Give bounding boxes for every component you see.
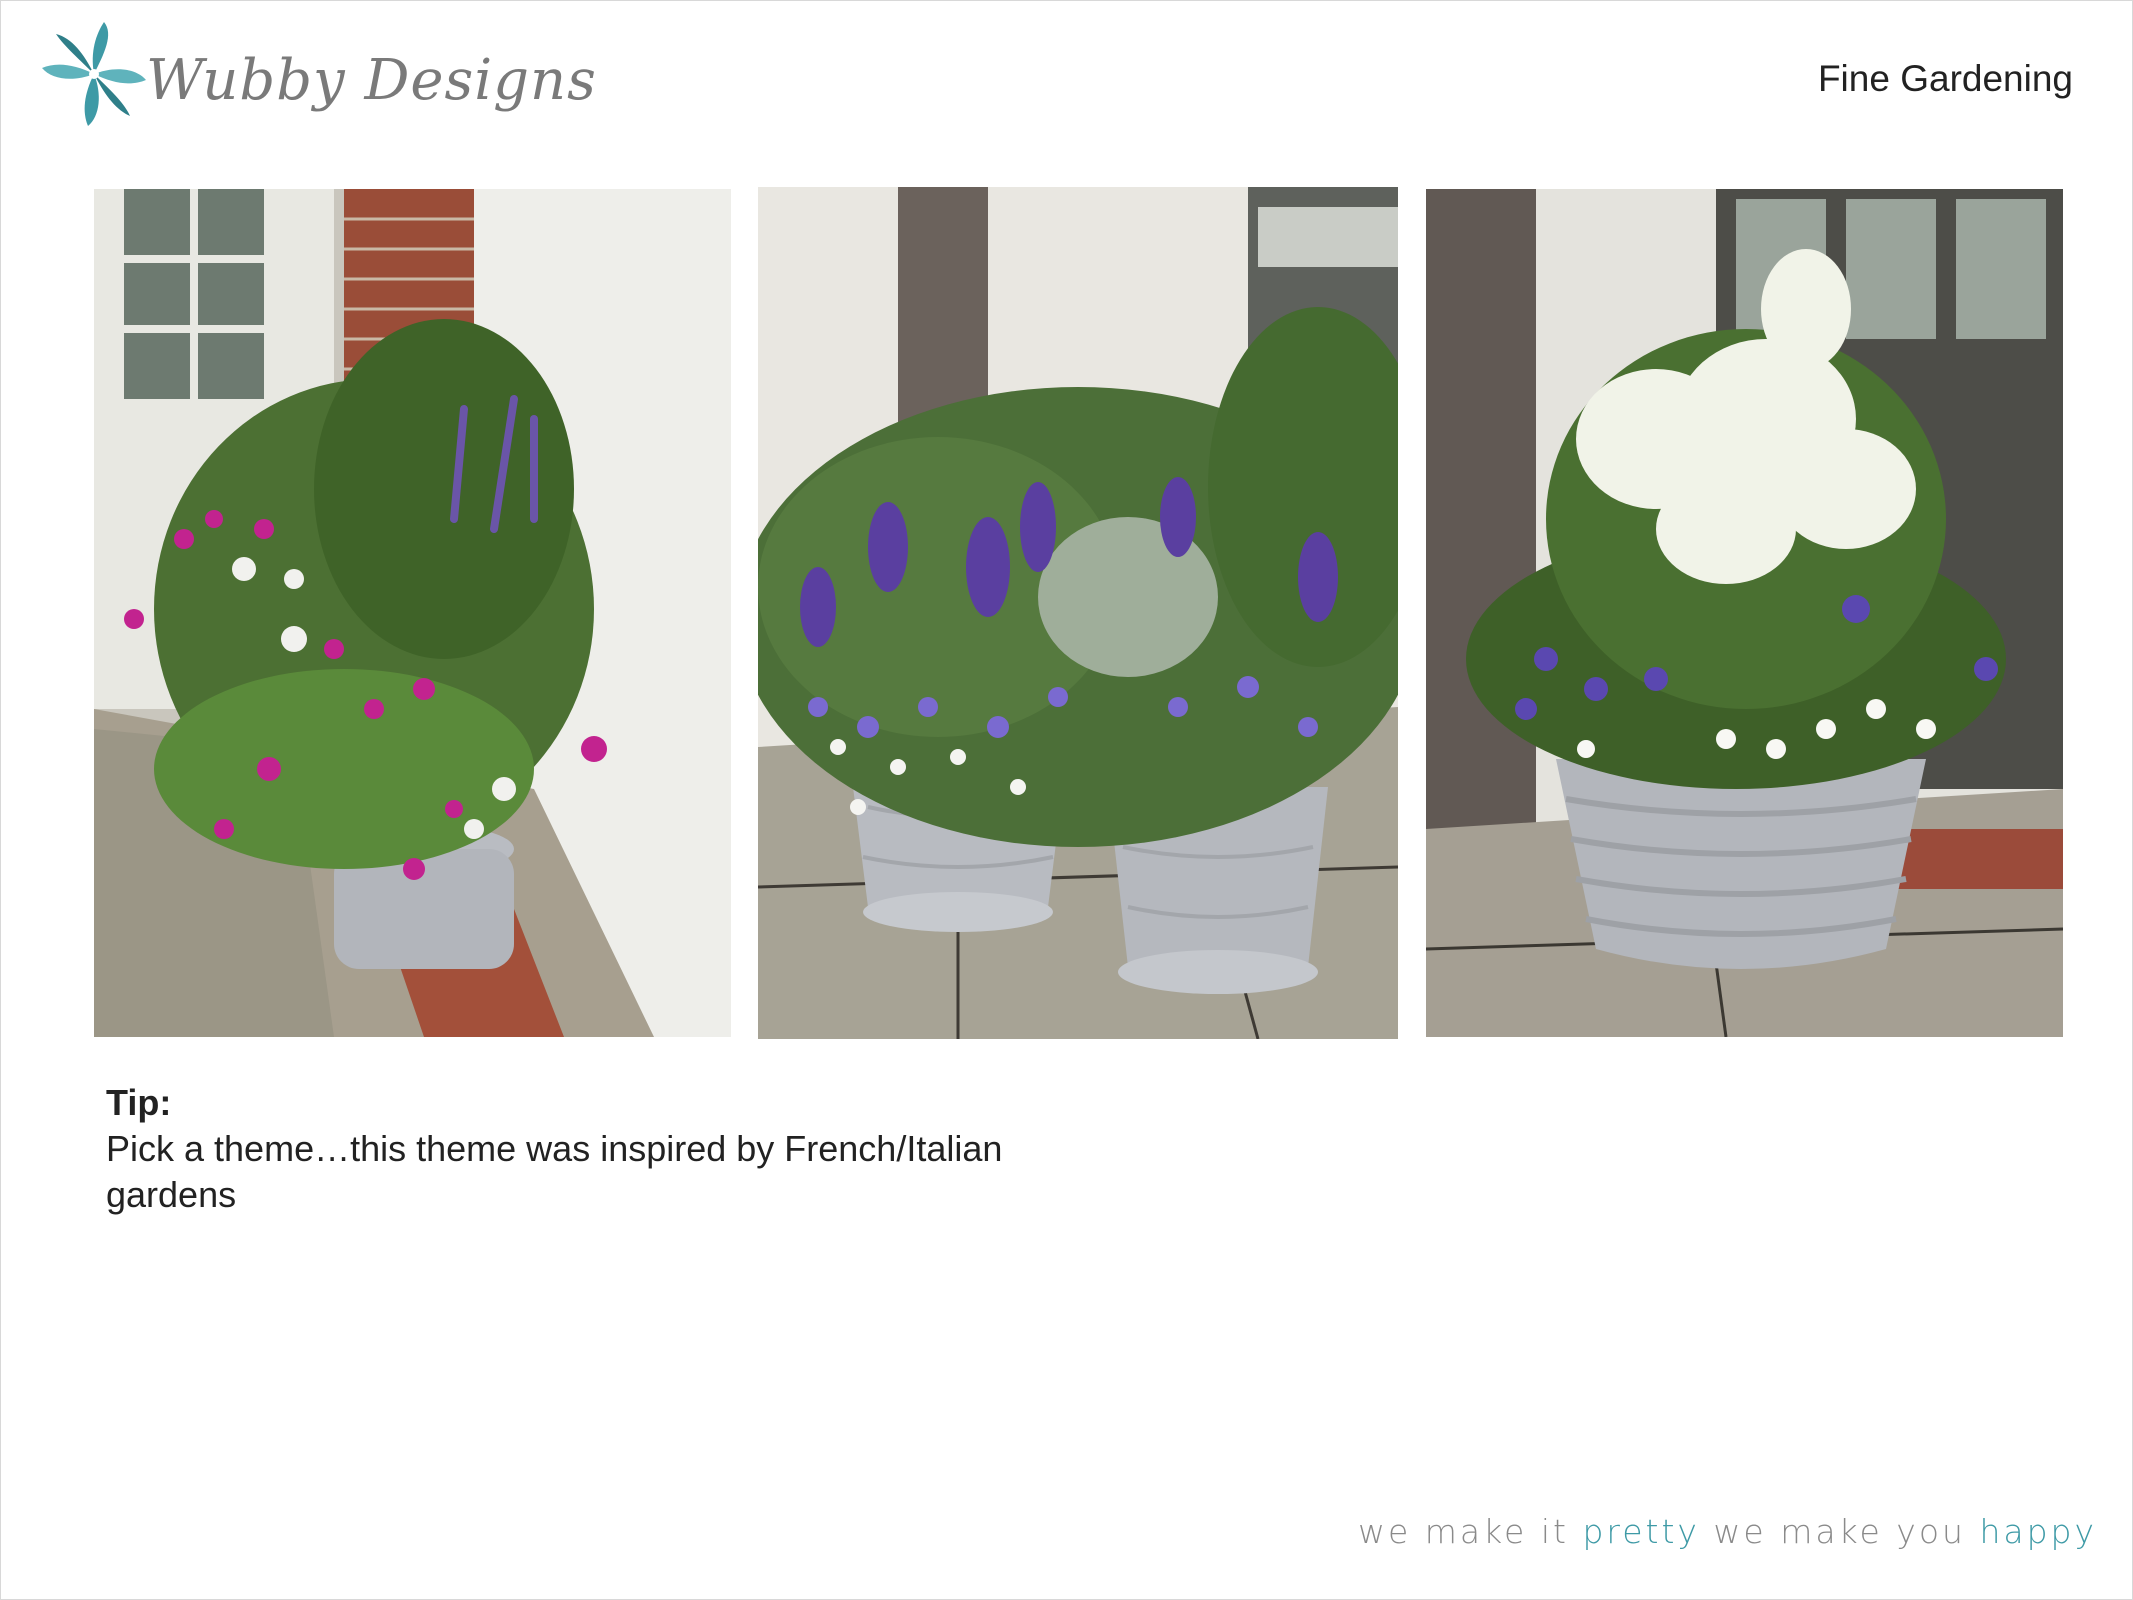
tip-body: Pick a theme…this theme was inspired by … [106, 1128, 1003, 1215]
tagline-accent-2: happy [1979, 1512, 2097, 1551]
planter-photo-2 [758, 187, 1398, 1039]
planter-hydrangea-photo-icon [1426, 189, 2063, 1037]
footer-tagline: we make it pretty we make you happy [1358, 1512, 2097, 1551]
planter-corner-photo-icon [94, 189, 731, 1037]
planter-photo-3 [1426, 189, 2063, 1037]
planter-photo-1 [94, 189, 731, 1037]
page-title: Fine Gardening [1817, 58, 2073, 99]
planter-pair-photo-icon [758, 187, 1398, 1039]
tip-block: Tip: Pick a theme…this theme was inspire… [106, 1080, 1106, 1218]
tagline-accent-1: pretty [1582, 1512, 1700, 1551]
pinwheel-icon [42, 22, 146, 126]
tip-heading: Tip: [106, 1082, 172, 1123]
tagline-part-2: we make you [1699, 1512, 1980, 1551]
brand-logo: Wubby Designs [34, 12, 596, 147]
tagline-part-1: we make it [1357, 1512, 1583, 1551]
brand-name: Wubby Designs [146, 48, 597, 113]
